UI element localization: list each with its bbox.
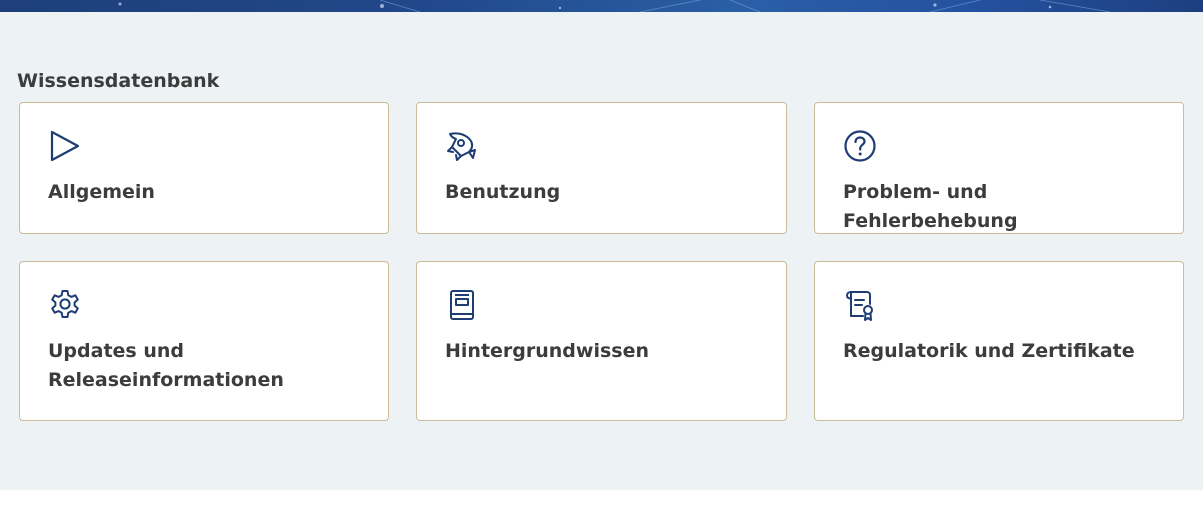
book-icon [445,288,479,322]
card-hintergrundwissen[interactable]: Hintergrundwissen [416,261,787,421]
card-regulatorik-und-zertifikate[interactable]: Regulatorik und Zertifikate [814,261,1184,421]
card-label: Allgemein [48,181,155,203]
section-title: Wissensdatenbank [17,70,220,92]
card-allgemein[interactable]: Allgemein [19,102,389,234]
banner-network-pattern [118,0,1111,12]
gear-icon [48,288,82,322]
header-banner [0,0,1203,12]
card-label: Updates und Releaseinformationen [48,340,284,391]
card-label: Hintergrundwissen [445,340,649,362]
certificate-icon [843,288,877,322]
card-label: Benutzung [445,181,561,203]
rocket-icon [445,129,479,163]
card-problem-und-fehlerbehebung[interactable]: Problem- und Fehlerbehebung [814,102,1184,234]
play-icon [48,129,82,163]
card-benutzung[interactable]: Benutzung [416,102,787,234]
card-label: Problem- und Fehlerbehebung [843,181,1018,232]
question-circle-icon [843,129,877,163]
card-updates-und-releaseinformationen[interactable]: Updates und Releaseinformationen [19,261,389,421]
card-label: Regulatorik und Zertifikate [843,340,1135,362]
